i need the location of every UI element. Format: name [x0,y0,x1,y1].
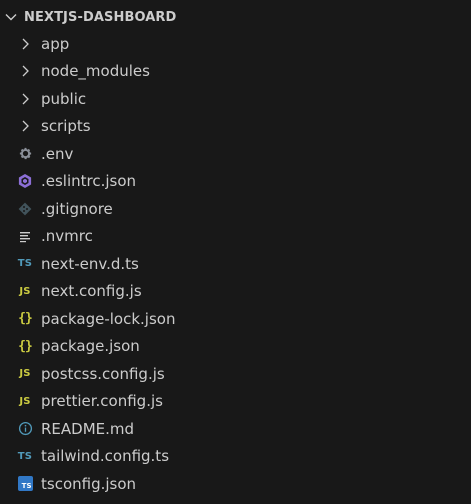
explorer-section-header[interactable]: NEXTJS-DASHBOARD [0,4,471,30]
file-tree: app node_modules public scripts .env .es… [0,30,471,498]
tree-item-file-gitignore[interactable]: .gitignore [0,195,471,223]
chevron-right-icon[interactable] [17,36,33,52]
tree-item-label: package.json [41,337,140,356]
tree-item-file-package[interactable]: {} package.json [0,333,471,361]
tree-item-file-next-env[interactable]: TS next-env.d.ts [0,250,471,278]
tree-item-label: README.md [41,419,135,438]
section-title: NEXTJS-DASHBOARD [24,9,177,25]
json-icon: {} [17,338,33,354]
typescript-badge: TS [17,450,33,462]
chevron-right-icon[interactable] [17,91,33,107]
javascript-badge: JS [19,368,31,380]
git-icon [17,201,33,217]
tree-item-label: public [41,89,87,108]
tree-item-file-eslintrc[interactable]: .eslintrc.json [0,168,471,196]
tree-item-label: .env [41,144,74,163]
eslint-icon [17,173,33,189]
tree-item-file-tailwind-config[interactable]: TS tailwind.config.ts [0,443,471,471]
tree-item-file-prettier-config[interactable]: JS prettier.config.js [0,388,471,416]
tsconfig-icon: TS [17,476,33,492]
tree-item-label: postcss.config.js [41,364,165,383]
tree-item-label: prettier.config.js [41,392,163,411]
tree-item-label: next.config.js [41,282,142,301]
tree-item-file-postcss-config[interactable]: JS postcss.config.js [0,360,471,388]
typescript-icon: TS [17,256,33,272]
tree-item-label: scripts [41,117,91,136]
gear-icon [17,146,33,162]
tsconfig-badge: TS [17,476,33,492]
chevron-right-icon[interactable] [17,63,33,79]
tree-item-folder-scripts[interactable]: scripts [0,113,471,141]
tree-item-folder-app[interactable]: app [0,30,471,58]
tree-item-file-nvmrc[interactable]: .nvmrc [0,223,471,251]
json-icon: {} [17,311,33,327]
typescript-badge: TS [17,258,33,270]
tree-item-file-readme[interactable]: README.md [0,415,471,443]
tree-item-file-package-lock[interactable]: {} package-lock.json [0,305,471,333]
lines-icon [17,228,33,244]
tree-item-folder-public[interactable]: public [0,85,471,113]
tree-item-label: next-env.d.ts [41,254,139,273]
tree-item-label: .gitignore [41,199,113,218]
json-badge: {} [18,311,33,327]
tree-item-label: app [41,34,70,53]
javascript-badge: JS [19,285,31,297]
tree-item-label: tailwind.config.ts [41,447,170,466]
tree-item-file-next-config[interactable]: JS next.config.js [0,278,471,306]
tree-item-label: tsconfig.json [41,474,137,493]
javascript-icon: JS [17,393,33,409]
tree-item-file-tsconfig[interactable]: TS tsconfig.json [0,470,471,498]
explorer-panel: NEXTJS-DASHBOARD app node_modules public [0,0,471,504]
chevron-down-icon[interactable] [4,10,18,24]
chevron-right-icon[interactable] [17,118,33,134]
tree-item-label: node_modules [41,62,150,81]
javascript-badge: JS [19,395,31,407]
javascript-icon: JS [17,283,33,299]
tree-item-folder-node-modules[interactable]: node_modules [0,58,471,86]
javascript-icon: JS [17,366,33,382]
tree-item-label: package-lock.json [41,309,176,328]
tree-item-label: .eslintrc.json [41,172,137,191]
info-icon [17,421,33,437]
json-badge: {} [18,338,33,354]
typescript-icon: TS [17,448,33,464]
tree-item-file-env[interactable]: .env [0,140,471,168]
tree-item-label: .nvmrc [41,227,93,246]
